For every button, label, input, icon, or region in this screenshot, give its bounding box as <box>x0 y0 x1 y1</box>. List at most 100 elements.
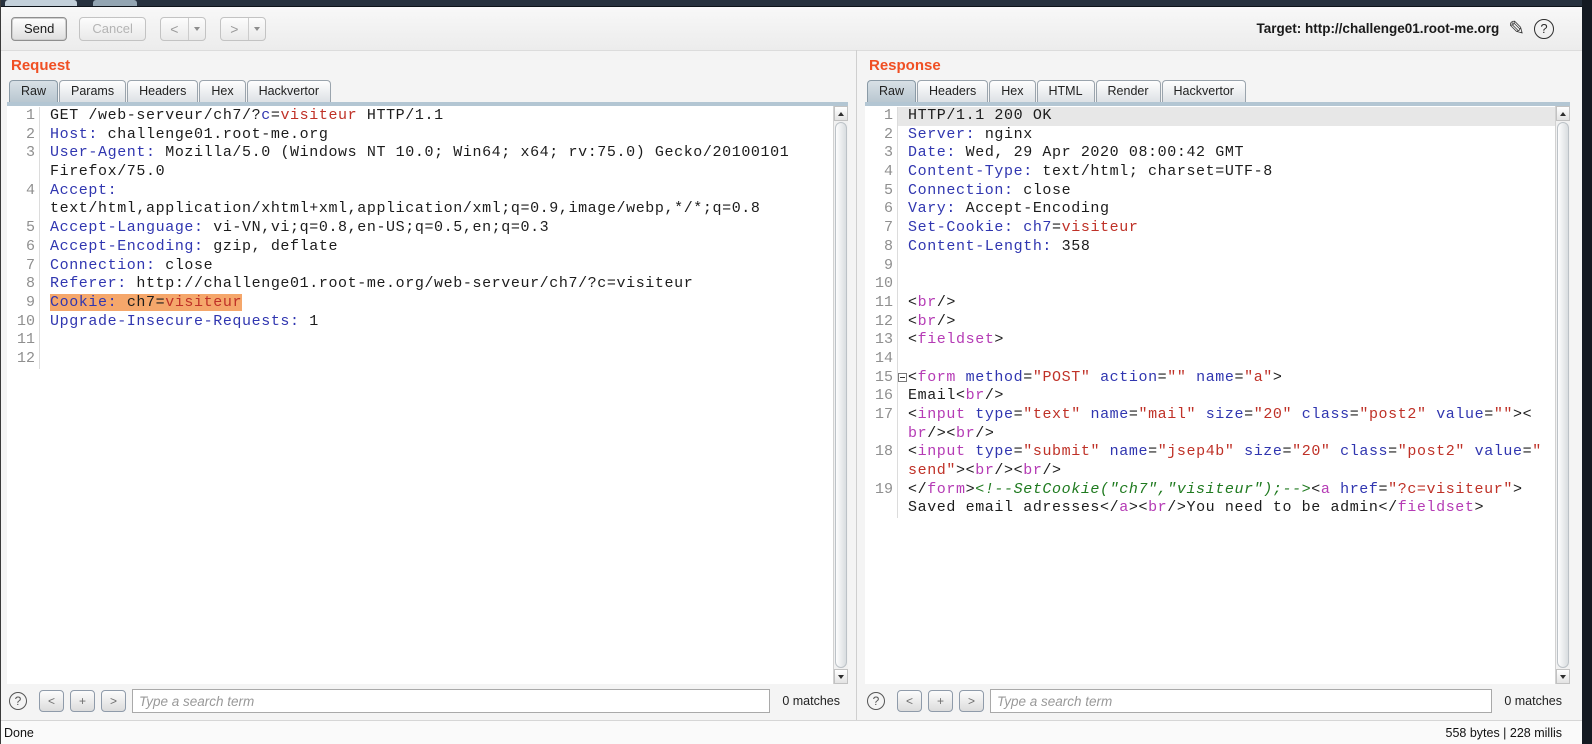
line-number <box>865 499 897 518</box>
line-number: 7 <box>883 219 893 237</box>
tab-params[interactable]: Params <box>59 80 127 102</box>
response-editor[interactable]: 1 HTTP/1.1 200 OK 2 Server: nginx 3 Date: Wed… <box>865 102 1570 684</box>
search-next-button[interactable]: > <box>959 690 984 712</box>
line-number: 16 <box>874 387 893 405</box>
code-line[interactable]: 19 </form><!--SetCookie("ch7","visiteur")… <box>865 480 1555 500</box>
code-line[interactable]: 11 <br/> <box>865 293 1555 313</box>
tab-headers[interactable]: Headers <box>127 80 199 102</box>
request-search-bar: ? < + > 0 matches <box>7 684 848 718</box>
tab-hackvertor[interactable]: Hackvertor <box>246 80 332 102</box>
tab-hex[interactable]: Hex <box>989 80 1036 102</box>
tab-raw[interactable]: Raw <box>9 80 59 102</box>
history-back-button[interactable]: < <box>159 16 206 41</box>
code-line[interactable]: 3 Date: Wed, 29 Apr 2020 08:00:42 GMT <box>865 144 1555 164</box>
search-prev-button[interactable]: < <box>897 690 922 712</box>
search-prev-button[interactable]: < <box>39 690 64 712</box>
code-line[interactable]: 1 HTTP/1.1 200 OK <box>865 107 1555 126</box>
line-number: 11 <box>16 331 35 349</box>
line-number <box>865 462 897 481</box>
line-number: 17 <box>874 406 893 423</box>
code-line[interactable]: 10 <box>865 275 1555 294</box>
request-code[interactable]: 1 GET /web-serveur/ch7/?c=visiteur HTTP/1… <box>7 107 833 684</box>
search-help-icon[interactable]: ? <box>867 692 885 710</box>
code-line[interactable]: 17 <input type="text" name="mail" size="2… <box>865 406 1555 425</box>
repeater-tab[interactable] <box>93 0 137 6</box>
code-line[interactable]: 6 Vary: Accept-Encoding <box>865 200 1555 220</box>
search-case-button[interactable]: + <box>70 690 95 712</box>
code-line[interactable]: 10 Upgrade-Insecure-Requests: 1 <box>7 312 833 332</box>
code-line[interactable]: br/><br/> <box>865 424 1555 444</box>
vertical-scrollbar[interactable] <box>833 106 848 684</box>
line-number: 7 <box>25 256 35 274</box>
code-line[interactable]: 12 <box>7 349 833 369</box>
code-line[interactable]: Firefox/75.0 <box>7 163 833 182</box>
scroll-down-button[interactable] <box>1556 669 1570 684</box>
response-code[interactable]: 1 HTTP/1.1 200 OK 2 Server: nginx 3 Date: Wed… <box>865 107 1555 684</box>
code-line[interactable]: 8 Content-Length: 358 <box>865 237 1555 257</box>
search-input[interactable] <box>990 689 1493 713</box>
vertical-scrollbar[interactable] <box>1555 106 1570 684</box>
search-next-button[interactable]: > <box>101 690 126 712</box>
line-number: 5 <box>25 219 35 237</box>
code-line[interactable]: 7 Connection: close <box>7 256 833 276</box>
code-line[interactable]: 9 <box>865 256 1555 276</box>
code-line[interactable]: 8 Referer: http://challenge01.root-me.org… <box>7 275 833 294</box>
search-help-icon[interactable]: ? <box>9 692 27 710</box>
code-line[interactable]: 6 Accept-Encoding: gzip, deflate <box>7 237 833 257</box>
code-line[interactable]: send"><br/><br/> <box>865 462 1555 481</box>
code-line[interactable]: 4 Content-Type: text/html; charset=UTF-8 <box>865 163 1555 182</box>
scroll-down-button[interactable] <box>834 669 848 684</box>
code-line[interactable]: 4 Accept: <box>7 181 833 201</box>
code-line[interactable]: 11 <box>7 331 833 350</box>
scroll-thumb[interactable] <box>835 122 847 668</box>
tab-raw[interactable]: Raw <box>867 80 917 102</box>
chevron-down-icon[interactable] <box>247 17 265 40</box>
code-line[interactable]: 13 <fieldset> <box>865 331 1555 350</box>
cancel-button[interactable]: Cancel <box>79 16 146 41</box>
code-line[interactable]: 3 User-Agent: Mozilla/5.0 (Windows NT 10.… <box>7 144 833 164</box>
code-line[interactable]: 5 Accept-Language: vi-VN,vi;q=0.8,en-US;q… <box>7 219 833 238</box>
scroll-up-button[interactable] <box>1556 106 1570 121</box>
code-line[interactable]: 16 Email<br/> <box>865 387 1555 406</box>
search-input[interactable] <box>132 689 771 713</box>
code-line[interactable]: 2 Host: challenge01.root-me.org <box>7 125 833 145</box>
tab-render[interactable]: Render <box>1095 80 1161 102</box>
toolbar: Send Cancel < > Target: http://challenge… <box>1 7 1582 51</box>
tab-headers[interactable]: Headers <box>917 80 989 102</box>
code-line[interactable]: 7 Set-Cookie: ch7=visiteur <box>865 219 1555 238</box>
fold-toggle-icon[interactable] <box>898 372 907 382</box>
tab-hackvertor[interactable]: Hackvertor <box>1161 80 1246 102</box>
history-forward-button[interactable]: > <box>219 16 266 41</box>
request-editor[interactable]: 1 GET /web-serveur/ch7/?c=visiteur HTTP/1… <box>7 102 848 684</box>
code-line[interactable]: 15 <form method="POST" action="" name="a"… <box>865 368 1555 388</box>
code-line[interactable]: 18 <input type="submit" name="jsep4b" siz… <box>865 443 1555 463</box>
code-line[interactable]: 14 <box>865 349 1555 369</box>
line-number: 1 <box>25 107 35 124</box>
line-number: 1 <box>883 107 893 124</box>
line-number: 6 <box>25 237 35 255</box>
tab-hex[interactable]: Hex <box>199 80 246 102</box>
edit-target-icon[interactable]: ✎ <box>1508 19 1525 39</box>
code-line[interactable]: 5 Connection: close <box>865 181 1555 201</box>
chevron-down-icon[interactable] <box>187 17 205 40</box>
code-line[interactable]: 2 Server: nginx <box>865 125 1555 145</box>
code-line[interactable]: 9 Cookie: ch7=visiteur <box>7 293 833 313</box>
tab-html[interactable]: HTML <box>1036 80 1095 102</box>
panel-divider <box>856 50 857 720</box>
code-line[interactable]: Saved email adresses</a><br/>You need to… <box>865 499 1555 519</box>
code-line[interactable]: 1 GET /web-serveur/ch7/?c=visiteur HTTP/1… <box>7 107 833 126</box>
line-number: 3 <box>883 144 893 162</box>
window-edge <box>1582 0 1592 744</box>
response-metrics: 558 bytes | 228 millis <box>1445 726 1563 740</box>
scroll-thumb[interactable] <box>1557 122 1569 668</box>
send-button[interactable]: Send <box>11 16 68 41</box>
response-panel: Response Raw Headers Hex HTML Render Hackvert… <box>865 52 1570 718</box>
code-line[interactable]: 12 <br/> <box>865 312 1555 332</box>
repeater-tab[interactable] <box>5 0 77 6</box>
help-icon[interactable]: ? <box>1534 18 1554 39</box>
line-number: 4 <box>883 163 893 181</box>
scroll-up-button[interactable] <box>834 106 848 121</box>
search-case-button[interactable]: + <box>928 690 953 712</box>
code-line[interactable]: text/html,application/xhtml+xml,applicat… <box>7 200 833 220</box>
line-number: 5 <box>883 181 893 199</box>
